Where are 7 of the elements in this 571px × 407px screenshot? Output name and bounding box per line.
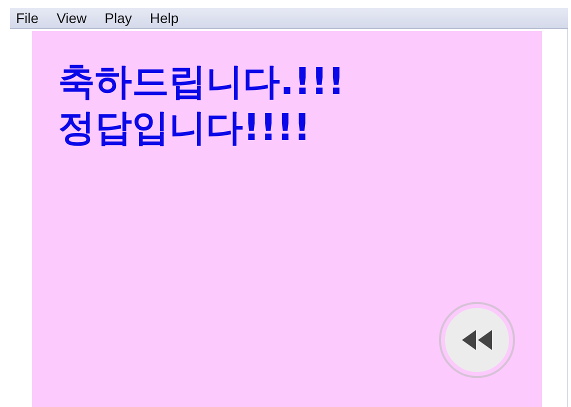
menu-item[interactable]: View xyxy=(56,10,96,26)
menu-item[interactable]: Help xyxy=(150,10,188,26)
message-text: 축하드립니다.!!! xyxy=(58,59,346,105)
menu-item[interactable]: File xyxy=(16,10,48,26)
menu-item[interactable]: Play xyxy=(104,10,141,26)
rewind-icon xyxy=(462,330,492,350)
message-text: 정답입니다!!!! xyxy=(58,105,312,151)
